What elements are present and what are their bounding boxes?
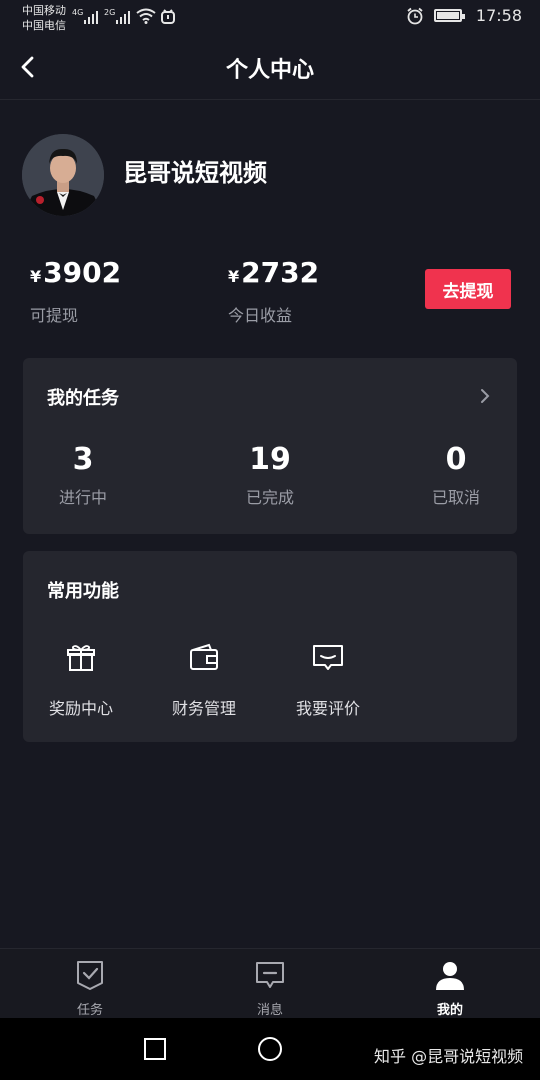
alarm-app-icon [161,9,175,24]
task-stat-cancelled[interactable]: 0 已取消 [396,440,516,508]
user-icon [436,962,464,990]
tasks-title: 我的任务 [47,388,119,409]
functions-card: 常用功能 奖励中心 财务管理 我要评价 [23,551,517,742]
comment-icon [313,645,343,670]
carrier-info: 中国移动 中国电信 [22,3,66,33]
stat-value: 0 [445,442,467,477]
function-label: 财务管理 [171,699,236,718]
nav-tab-messages[interactable]: 消息 [225,959,315,1018]
status-bar: 中国移动 中国电信 4G 2G 17:58 [0,0,540,38]
currency-symbol: ¥ [228,267,240,286]
clock: 17:58 [475,6,522,25]
carrier-2: 中国电信 [22,19,66,32]
network-type-1: 4G [72,8,84,17]
wallet-icon [190,643,218,670]
username: 昆哥说短视频 [123,159,267,187]
signal-1-icon [84,10,98,24]
network-type-2: 2G [104,8,116,17]
withdraw-button[interactable]: 去提现 [425,269,511,309]
function-reward-center[interactable]: 奖励中心 [31,641,131,719]
earnings-amount: 2732 [241,256,320,289]
gift-icon [67,645,95,671]
watermark: 知乎 @昆哥说短视频 [374,1047,524,1066]
balance-label: 可提现 [30,306,79,325]
nav-tab-tasks[interactable]: 任务 [45,959,135,1018]
status-right: 17:58 [406,6,522,25]
bottom-nav: 任务 消息 我的 [0,948,540,1018]
chevron-right-icon[interactable] [477,386,493,406]
task-icon [77,961,103,990]
signal-2-icon [116,10,130,24]
tasks-card: 我的任务 3 进行中 19 已完成 0 已取消 [23,358,517,534]
battery-icon [433,9,465,22]
function-finance[interactable]: 财务管理 [154,641,254,719]
earnings-label: 今日收益 [228,306,293,325]
wifi-icon [136,8,156,24]
nav-label: 我的 [436,1003,463,1018]
message-icon [256,962,284,988]
task-stat-completed[interactable]: 19 已完成 [210,440,330,508]
currency-symbol: ¥ [30,267,42,286]
nav-tab-me[interactable]: 我的 [405,959,495,1018]
stat-value: 3 [72,442,94,477]
stat-label: 进行中 [58,488,107,507]
alarm-clock-icon [407,7,423,24]
function-label: 奖励中心 [48,699,113,718]
functions-title: 常用功能 [47,581,119,602]
stat-label: 已完成 [245,488,294,507]
balance-amount: 3902 [43,256,122,289]
carrier-1: 中国移动 [22,4,66,17]
nav-label: 任务 [76,1003,103,1018]
header: 个人中心 [0,38,540,100]
recent-apps-icon[interactable] [142,1036,168,1062]
function-review[interactable]: 我要评价 [278,641,378,719]
avatar[interactable] [22,134,104,216]
page-title: 个人中心 [225,58,314,83]
stat-label: 已取消 [431,488,480,507]
nav-label: 消息 [256,1003,283,1018]
today-earnings: ¥2732 今日收益 [228,256,319,326]
withdrawable-balance: ¥3902 可提现 [30,256,121,326]
task-stat-in-progress[interactable]: 3 进行中 [23,440,143,508]
stat-value: 19 [249,442,291,477]
function-label: 我要评价 [295,699,360,718]
home-icon[interactable] [257,1036,283,1062]
